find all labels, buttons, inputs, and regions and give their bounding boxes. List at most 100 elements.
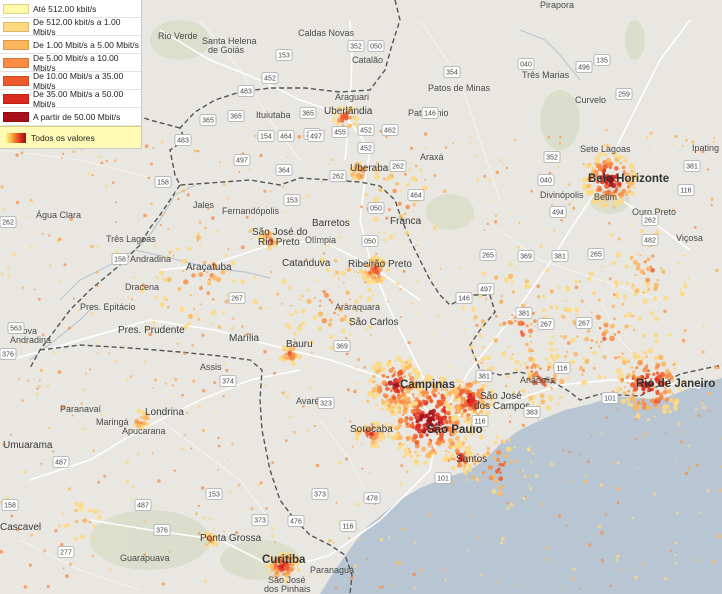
highway-number: 158 xyxy=(114,257,126,264)
city-label[interactable]: Campinas xyxy=(400,379,455,391)
city-label[interactable]: Assis xyxy=(200,362,222,372)
legend-item[interactable]: De 10.00 Mbit/s a 35.00 Mbit/s xyxy=(0,71,141,91)
city-label[interactable]: Rio de Janeiro xyxy=(636,378,715,390)
speed-sample-dot xyxy=(182,435,185,438)
city-label[interactable]: Santos xyxy=(456,454,487,465)
city-label[interactable]: Andradina xyxy=(10,335,51,345)
city-label[interactable]: Ituiutaba xyxy=(256,110,291,120)
city-label[interactable]: Três Marias xyxy=(522,70,570,80)
city-label[interactable]: Pirapora xyxy=(540,0,574,10)
city-label[interactable]: Rio Verde xyxy=(158,31,198,41)
speed-sample-dot xyxy=(429,398,433,402)
speed-sample-dot xyxy=(281,278,287,285)
city-label[interactable]: Araraquara xyxy=(335,302,380,312)
city-label[interactable]: Sorocaba xyxy=(350,424,393,435)
speed-sample-dot xyxy=(349,333,352,336)
speed-sample-dot xyxy=(389,387,393,391)
speed-sample-dot xyxy=(228,489,232,493)
legend-item[interactable]: De 1.00 Mbit/s a 5.00 Mbit/s xyxy=(0,36,141,54)
city-label[interactable]: de Goiás xyxy=(208,45,245,55)
speed-sample-dot xyxy=(276,292,280,296)
speed-sample-dot xyxy=(702,192,705,195)
city-label[interactable]: Araxá xyxy=(420,152,444,162)
city-label[interactable]: Curvelo xyxy=(575,95,606,105)
city-label[interactable]: Avaré xyxy=(296,396,319,406)
legend-item[interactable]: De 35.00 Mbit/s a 50.00 Mbit/s xyxy=(0,89,141,109)
speed-sample-dot xyxy=(562,449,565,452)
city-label[interactable]: Caldas Novas xyxy=(298,28,355,38)
speed-sample-dot xyxy=(554,304,558,308)
city-label[interactable]: Três Lagoas xyxy=(106,234,156,244)
speed-sample-dot xyxy=(634,274,637,277)
city-label[interactable]: Araçatuba xyxy=(186,262,232,273)
city-label[interactable]: Belo Horizonte xyxy=(588,173,669,185)
city-label[interactable]: Jales xyxy=(193,200,215,210)
city-label[interactable]: Bauru xyxy=(286,339,313,350)
city-label[interactable]: Umuarama xyxy=(3,440,53,451)
city-label[interactable]: Pres. Epitácio xyxy=(80,302,136,312)
speed-sample-dot xyxy=(419,568,423,573)
speed-sample-dot xyxy=(204,226,208,230)
city-label[interactable]: dos Pinhais xyxy=(264,584,311,594)
city-label[interactable]: Uberlândia xyxy=(324,106,373,117)
speed-sample-dot xyxy=(382,230,386,234)
city-label[interactable]: Uberaba xyxy=(350,163,389,174)
city-label[interactable]: Divinópolis xyxy=(540,190,584,200)
city-label[interactable]: Andradina xyxy=(130,254,171,264)
highway-shield: 497 xyxy=(477,283,495,295)
city-label[interactable]: Marília xyxy=(229,333,259,344)
speed-sample-dot xyxy=(673,406,678,411)
speed-sample-dot xyxy=(84,564,87,567)
city-label[interactable]: Londrina xyxy=(145,407,184,418)
legend-item[interactable]: A partir de 50.00 Mbit/s xyxy=(0,108,141,126)
legend-all-values[interactable]: Todos os valores xyxy=(0,126,141,148)
speed-sample-dot xyxy=(420,404,424,408)
city-label[interactable]: Paranavaí xyxy=(60,404,102,414)
city-label[interactable]: Ribeirão Preto xyxy=(348,259,412,270)
speed-sample-dot xyxy=(620,377,625,382)
legend-item[interactable]: Até 512.00 kbit/s xyxy=(0,0,141,18)
city-label[interactable]: Dracena xyxy=(125,282,159,292)
city-label[interactable]: Araguari xyxy=(335,92,369,102)
highway-number: 135 xyxy=(596,58,608,65)
speed-sample-dot xyxy=(481,271,487,276)
city-label[interactable]: São Carlos xyxy=(349,317,398,328)
speed-sample-dot xyxy=(665,368,670,374)
city-label[interactable]: Cascavel xyxy=(0,522,41,533)
city-label[interactable]: Franca xyxy=(390,216,422,227)
speed-sample-dot xyxy=(713,365,718,370)
speed-sample-dot xyxy=(613,333,617,336)
city-label[interactable]: Fernandópolis xyxy=(222,206,280,216)
speed-sample-dot xyxy=(136,408,142,414)
city-label[interactable]: Sete Lagoas xyxy=(580,144,631,154)
city-label[interactable]: Catalão xyxy=(352,55,383,65)
city-label[interactable]: Anápolis xyxy=(520,375,555,385)
speed-sample-dot xyxy=(718,488,722,493)
city-label[interactable]: Viçosa xyxy=(676,233,703,243)
city-label[interactable]: Barretos xyxy=(312,218,350,229)
city-label[interactable]: Apucarana xyxy=(122,426,166,436)
city-label[interactable]: Patos de Minas xyxy=(428,83,491,93)
speed-sample-dot xyxy=(265,306,268,310)
speed-sample-dot xyxy=(586,460,590,464)
speed-sample-dot xyxy=(574,285,579,290)
city-label[interactable]: Pres. Prudente xyxy=(118,325,185,336)
city-label[interactable]: Guarapuava xyxy=(120,553,170,563)
speed-sample-dot xyxy=(507,438,511,442)
city-label[interactable]: Paranaguá xyxy=(310,565,354,575)
city-label[interactable]: Curitiba xyxy=(262,554,306,566)
city-label[interactable]: Rio Preto xyxy=(258,237,300,248)
speed-sample-dot xyxy=(466,413,470,417)
city-label[interactable]: Betim xyxy=(594,192,617,202)
speed-sample-dot xyxy=(425,419,429,422)
city-label[interactable]: Ponta Grossa xyxy=(200,533,262,544)
legend-item[interactable]: De 5.00 Mbit/s a 10.00 Mbit/s xyxy=(0,53,141,73)
legend-item[interactable]: De 512.00 kbit/s a 1.00 Mbit/s xyxy=(0,17,141,37)
city-label[interactable]: Água Clara xyxy=(36,210,81,220)
city-label[interactable]: Olímpia xyxy=(305,235,336,245)
city-label[interactable]: Catanduva xyxy=(282,258,331,269)
city-label[interactable]: dos Campos xyxy=(474,401,530,412)
speed-sample-dot xyxy=(130,297,134,301)
speed-sample-dot xyxy=(421,399,426,403)
city-label[interactable]: Ipating xyxy=(692,143,719,153)
